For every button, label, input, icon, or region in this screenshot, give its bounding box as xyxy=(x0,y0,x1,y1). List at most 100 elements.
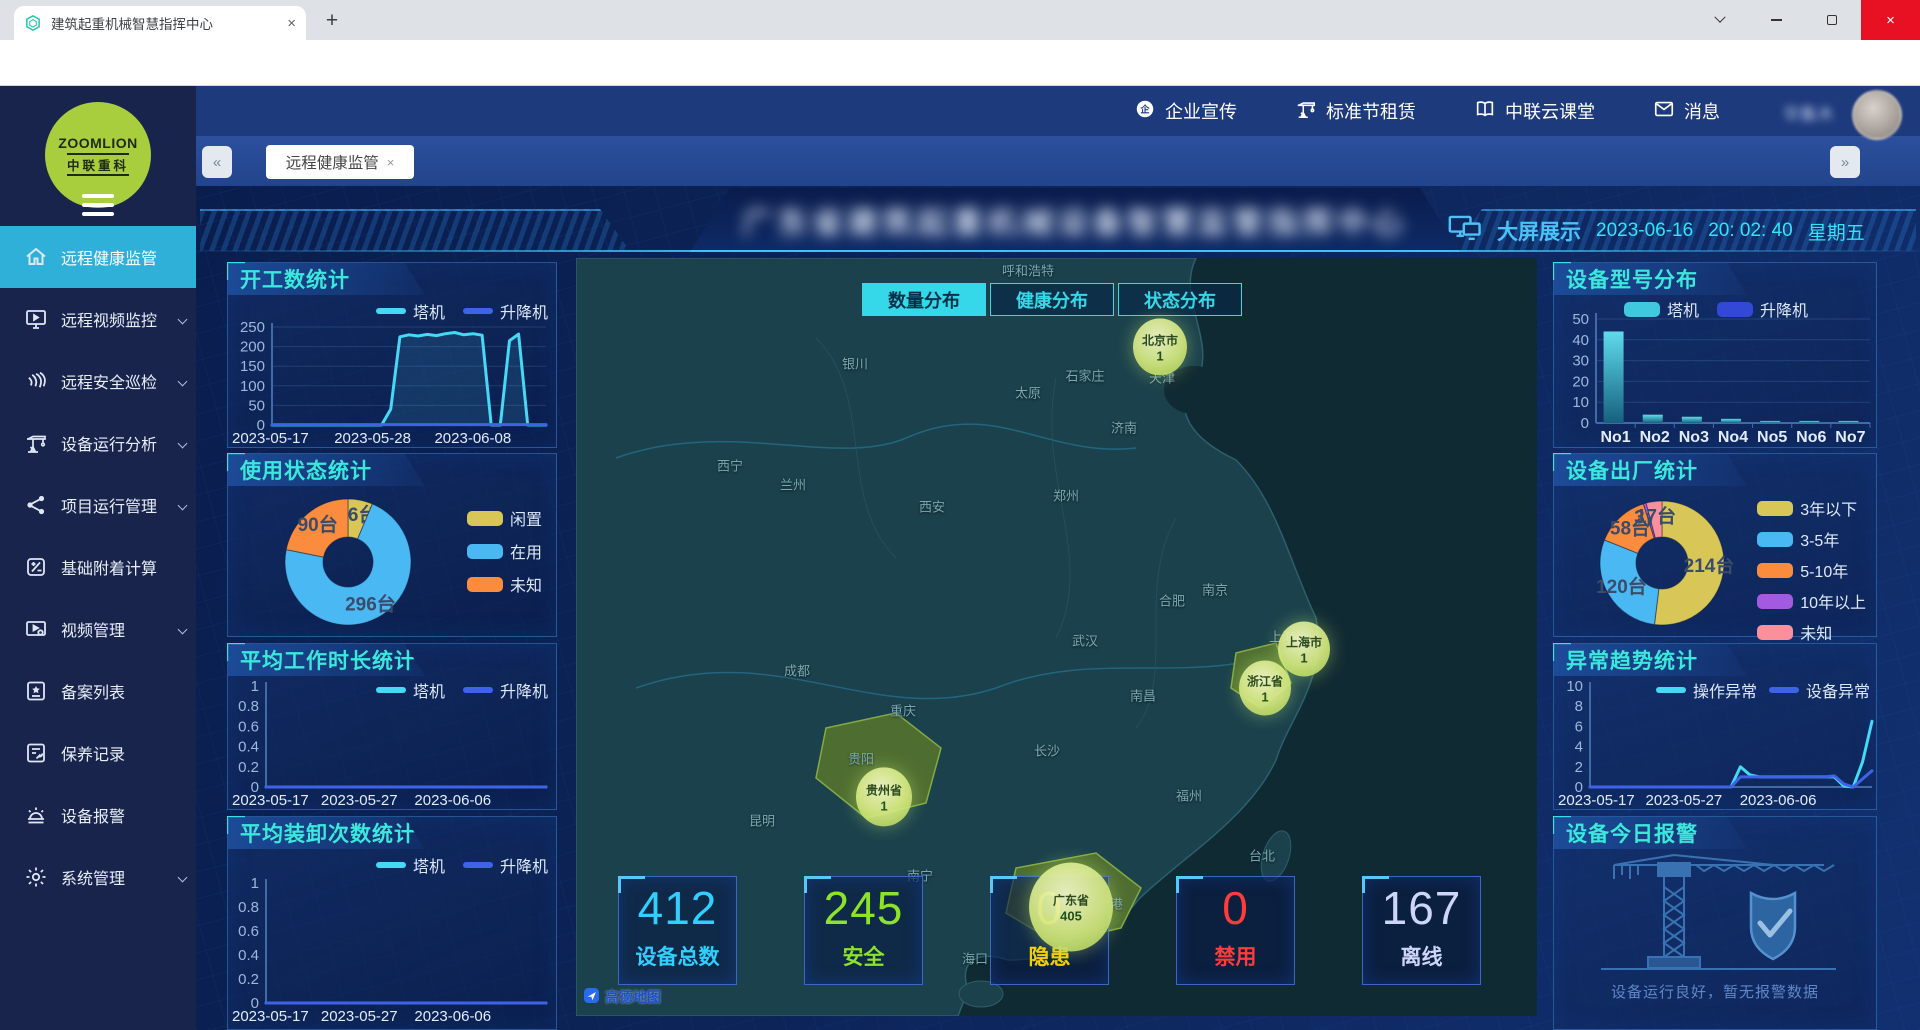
svg-text:8: 8 xyxy=(1575,698,1583,715)
hamburger-menu-icon[interactable] xyxy=(82,194,114,221)
sidebar-item-6[interactable]: 视频管理 xyxy=(0,598,196,660)
svg-text:30: 30 xyxy=(1572,353,1589,370)
panel-avg-load-count: 平均装卸次数统计 塔机升降机 00.20.40.60.812023-05-172… xyxy=(227,816,557,1030)
panel-title: 异常趋势统计 xyxy=(1554,644,1747,676)
city-label: 重庆 xyxy=(890,701,916,720)
nav-item-label: 标准节租赁 xyxy=(1326,98,1416,124)
nav-item-0[interactable]: 企企业宣传 xyxy=(1134,98,1237,125)
sidebar-item-5[interactable]: 基础附着计算 xyxy=(0,536,196,598)
page-title-blurred: 广东省建筑起重机械设备智慧监管指挥中心 xyxy=(720,198,1430,242)
svg-text:150: 150 xyxy=(240,358,265,375)
waves-icon xyxy=(24,369,48,393)
browser-tab[interactable]: 建筑起重机械智慧指挥中心 × xyxy=(14,6,306,40)
map-marker-浙江省[interactable]: 浙江省1 xyxy=(1239,660,1291,715)
chevron-down-icon xyxy=(178,625,188,635)
home-icon xyxy=(24,245,48,269)
browser-tab-title: 建筑起重机械智慧指挥中心 xyxy=(51,13,278,33)
svg-text:90台: 90台 xyxy=(298,513,338,536)
sidebar-item-label: 设备报警 xyxy=(61,803,125,827)
tabs-scroll-left-button[interactable]: « xyxy=(202,146,232,178)
window-minimize-button[interactable] xyxy=(1753,0,1799,40)
sidebar-item-4[interactable]: 项目运行管理 xyxy=(0,474,196,536)
sidebar-item-label: 保养记录 xyxy=(61,741,125,765)
city-label: 西宁 xyxy=(717,456,743,475)
svg-text:No2: No2 xyxy=(1640,429,1670,446)
sidebar-item-8[interactable]: 保养记录 xyxy=(0,722,196,784)
big-screen-button[interactable]: 大屏展示 xyxy=(1497,216,1581,246)
svg-text:0: 0 xyxy=(1581,415,1589,432)
window-maximize-button[interactable] xyxy=(1809,0,1855,40)
page-tab-close-icon[interactable]: × xyxy=(387,155,395,170)
new-tab-button[interactable]: + xyxy=(318,8,346,36)
city-label: 南京 xyxy=(1202,580,1228,599)
stat-value: 245 xyxy=(805,881,922,935)
sidebar-item-9[interactable]: 设备报警 xyxy=(0,784,196,846)
tabs-scroll-right-button[interactable]: » xyxy=(1830,146,1860,178)
sidebar-item-0[interactable]: 远程健康监管 xyxy=(0,226,196,288)
user-avatar[interactable] xyxy=(1852,90,1902,140)
map-tab-0[interactable]: 数量分布 xyxy=(862,283,986,316)
stat-label: 禁用 xyxy=(1177,941,1294,971)
logo-text-en: ZOOMLION xyxy=(58,135,137,151)
map-tab-1[interactable]: 健康分布 xyxy=(990,283,1114,316)
sidebar-item-7[interactable]: 备案列表 xyxy=(0,660,196,722)
chevron-down-icon xyxy=(178,501,188,511)
svg-text:2023-06-08: 2023-06-08 xyxy=(434,430,511,447)
sidebar-item-2[interactable]: 远程安全巡检 xyxy=(0,350,196,412)
panel-title: 设备型号分布 xyxy=(1554,263,1747,295)
map-tab-2[interactable]: 状态分布 xyxy=(1118,283,1242,316)
alarm-icon xyxy=(24,803,48,827)
sidebar-item-label: 设备运行分析 xyxy=(61,431,157,455)
map-marker-北京市[interactable]: 北京市1 xyxy=(1133,318,1187,375)
svg-text:2023-05-17: 2023-05-17 xyxy=(232,792,309,809)
site-favicon-icon xyxy=(24,14,42,32)
svg-text:No7: No7 xyxy=(1835,429,1865,446)
tab-close-icon[interactable]: × xyxy=(287,15,296,32)
chevron-down-icon xyxy=(178,873,188,883)
alarm-empty-text: 设备运行良好，暂无报警数据 xyxy=(1554,981,1876,1002)
weekday-text: 星期五 xyxy=(1808,218,1865,245)
window-close-button[interactable]: × xyxy=(1861,0,1920,40)
logo-text-cn: 中联重科 xyxy=(67,153,129,176)
city-label: 长沙 xyxy=(1034,741,1060,760)
city-label: 台北 xyxy=(1249,846,1275,865)
city-label: 西安 xyxy=(919,497,945,516)
nav-item-1[interactable]: 标准节租赁 xyxy=(1295,98,1416,125)
page-tab-label: 远程健康监管 xyxy=(286,151,379,173)
city-label: 呼和浩特 xyxy=(1002,261,1054,280)
city-label: 兰州 xyxy=(780,475,806,494)
map-marker-贵州省[interactable]: 贵州省1 xyxy=(856,767,912,826)
amap-logo-icon xyxy=(582,986,601,1008)
line-chart-work-start: 0501001502002502023-05-172023-05-282023-… xyxy=(230,295,554,447)
svg-text:296台: 296台 xyxy=(345,592,396,615)
panel-today-alarm: 设备今日报警 设备运行良 xyxy=(1553,816,1877,1030)
dual-screen-icon xyxy=(1448,215,1482,247)
window-menu-chevron-icon[interactable] xyxy=(1697,0,1743,40)
sidebar-item-1[interactable]: 远程视频监控 xyxy=(0,288,196,350)
line-chart-load-count: 00.20.40.60.812023-05-172023-05-272023-0… xyxy=(230,855,554,1025)
marker-value: 1 xyxy=(1261,689,1268,704)
svg-text:10: 10 xyxy=(1572,394,1589,411)
sidebar-item-label: 远程安全巡检 xyxy=(61,369,157,393)
stat-label: 安全 xyxy=(805,941,922,971)
sidebar-item-3[interactable]: 设备运行分析 xyxy=(0,412,196,474)
nav-item-2[interactable]: 中联云课堂 xyxy=(1474,98,1595,125)
map-marker-上海市[interactable]: 上海市1 xyxy=(1278,621,1330,676)
maintenance-icon xyxy=(24,741,48,765)
stat-离线: 167离线 xyxy=(1362,876,1481,985)
sidebar-item-10[interactable]: 系统管理 xyxy=(0,846,196,908)
line-chart-work-hours: 00.20.40.60.812023-05-172023-05-272023-0… xyxy=(230,676,554,809)
svg-text:企: 企 xyxy=(1139,103,1150,114)
city-label: 海口 xyxy=(962,949,988,968)
svg-text:2023-05-27: 2023-05-27 xyxy=(1646,792,1723,809)
map-marker-广东省[interactable]: 广东省405 xyxy=(1029,862,1113,951)
marker-name: 广东省 xyxy=(1053,891,1089,908)
video-icon xyxy=(24,617,48,641)
page-tab-remote-health[interactable]: 远程健康监管 × xyxy=(266,145,414,179)
browser-titlebar: 建筑起重机械智慧指挥中心 × + × xyxy=(0,0,1920,40)
svg-text:214台: 214台 xyxy=(1684,554,1735,577)
nav-item-3[interactable]: 消息 xyxy=(1653,98,1720,125)
panel-work-start-stats: 开工数统计 塔机升降机 0501001502002502023-05-17202… xyxy=(227,262,557,448)
stat-label: 离线 xyxy=(1363,941,1480,971)
chevron-down-icon xyxy=(178,439,188,449)
